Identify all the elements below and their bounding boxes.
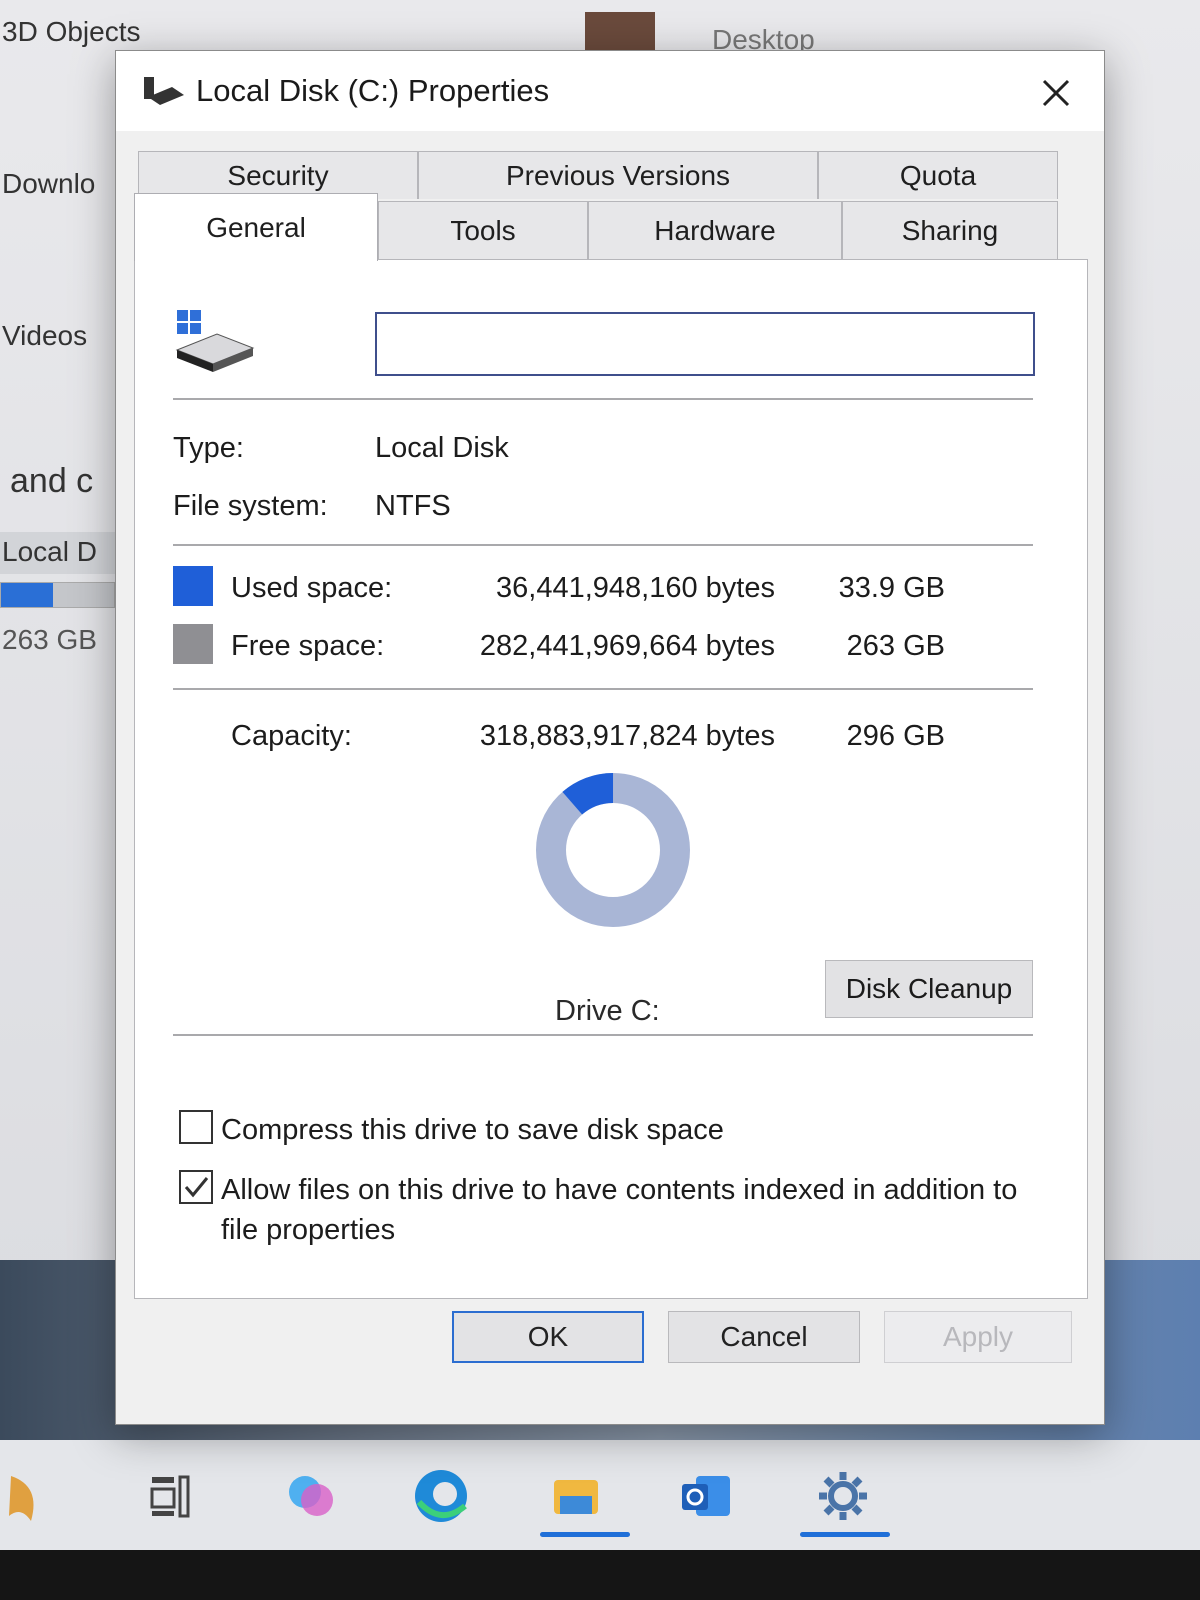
- edge-browser-icon[interactable]: [410, 1465, 472, 1527]
- usage-donut-chart: [536, 773, 690, 927]
- free-space-label: Free space:: [231, 630, 385, 662]
- properties-dialog: Local Disk (C:) Properties Security Prev…: [115, 50, 1105, 1425]
- drive-title-icon: [142, 73, 186, 114]
- screen-bezel: [0, 1550, 1200, 1600]
- compress-option: Compress this drive to save disk space: [179, 1110, 1021, 1150]
- bg-item-local-disk[interactable]: Local D: [2, 536, 97, 568]
- capacity-gb: 296 GB: [846, 720, 945, 752]
- copilot-icon[interactable]: [280, 1465, 342, 1527]
- type-label: Type:: [173, 432, 244, 464]
- separator: [173, 544, 1033, 546]
- dialog-title: Local Disk (C:) Properties: [196, 73, 550, 108]
- separator: [173, 1034, 1033, 1036]
- bg-item-videos[interactable]: Videos: [2, 320, 87, 352]
- close-button[interactable]: [1028, 65, 1084, 121]
- tab-quota[interactable]: Quota: [818, 151, 1058, 199]
- cancel-button[interactable]: Cancel: [668, 1311, 860, 1363]
- separator: [173, 398, 1033, 400]
- widgets-icon[interactable]: [0, 1465, 62, 1527]
- bg-disk-usage-bar: [0, 582, 115, 608]
- folder-thumbnail: [585, 12, 655, 52]
- explorer-active-indicator: [540, 1532, 630, 1537]
- type-value: Local Disk: [375, 432, 509, 464]
- ok-button[interactable]: OK: [452, 1311, 644, 1363]
- settings-gear-icon[interactable]: [812, 1465, 874, 1527]
- checkmark-icon: [184, 1177, 209, 1198]
- indexing-checkbox[interactable]: [179, 1170, 213, 1204]
- free-space-gb: 263 GB: [846, 630, 945, 662]
- used-space-bytes: 36,441,948,160 bytes: [496, 572, 775, 604]
- disk-cleanup-button[interactable]: Disk Cleanup: [825, 960, 1033, 1018]
- bg-item-downloads[interactable]: Downlo: [2, 168, 95, 200]
- title-bar[interactable]: Local Disk (C:) Properties: [116, 51, 1104, 131]
- free-space-bytes: 282,441,969,664 bytes: [479, 630, 775, 662]
- bg-free-space-text: 263 GB: [2, 624, 97, 655]
- compress-checkbox[interactable]: [179, 1110, 213, 1144]
- drive-caption: Drive C:: [555, 995, 660, 1027]
- capacity-bytes: 318,883,917,824 bytes: [479, 720, 775, 752]
- free-space-swatch: [173, 624, 213, 664]
- bg-heading-devices: and c: [10, 462, 94, 500]
- local-disk-icon: [173, 310, 257, 379]
- bg-item-3d-objects[interactable]: 3D Objects: [2, 16, 141, 48]
- apply-button[interactable]: Apply: [884, 1311, 1072, 1363]
- tab-tools[interactable]: Tools: [378, 201, 588, 259]
- tab-sharing[interactable]: Sharing: [842, 201, 1058, 259]
- tab-security[interactable]: Security: [138, 151, 418, 199]
- tab-general[interactable]: General: [134, 193, 378, 261]
- used-space-label: Used space:: [231, 572, 393, 604]
- drive-label-input[interactable]: [375, 312, 1035, 376]
- settings-active-indicator: [800, 1532, 890, 1537]
- file-explorer-icon[interactable]: [545, 1465, 607, 1527]
- indexing-label[interactable]: Allow files on this drive to have conten…: [221, 1170, 1021, 1250]
- separator: [173, 688, 1033, 690]
- file-system-value: NTFS: [375, 490, 451, 522]
- close-icon: [1042, 79, 1070, 107]
- file-system-label: File system:: [173, 490, 328, 522]
- used-space-gb: 33.9 GB: [838, 572, 945, 604]
- donut-free-ring: [536, 773, 690, 927]
- indexing-option: Allow files on this drive to have conten…: [179, 1170, 1021, 1250]
- capacity-label: Capacity:: [231, 720, 352, 752]
- tab-hardware[interactable]: Hardware: [588, 201, 842, 259]
- outlook-icon[interactable]: [675, 1465, 737, 1527]
- general-tab-panel: Type: Local Disk File system: NTFS Used …: [134, 259, 1088, 1299]
- used-space-swatch: [173, 566, 213, 606]
- compress-label[interactable]: Compress this drive to save disk space: [221, 1110, 1021, 1150]
- tab-previous-versions[interactable]: Previous Versions: [418, 151, 818, 199]
- task-view-icon[interactable]: [140, 1465, 202, 1527]
